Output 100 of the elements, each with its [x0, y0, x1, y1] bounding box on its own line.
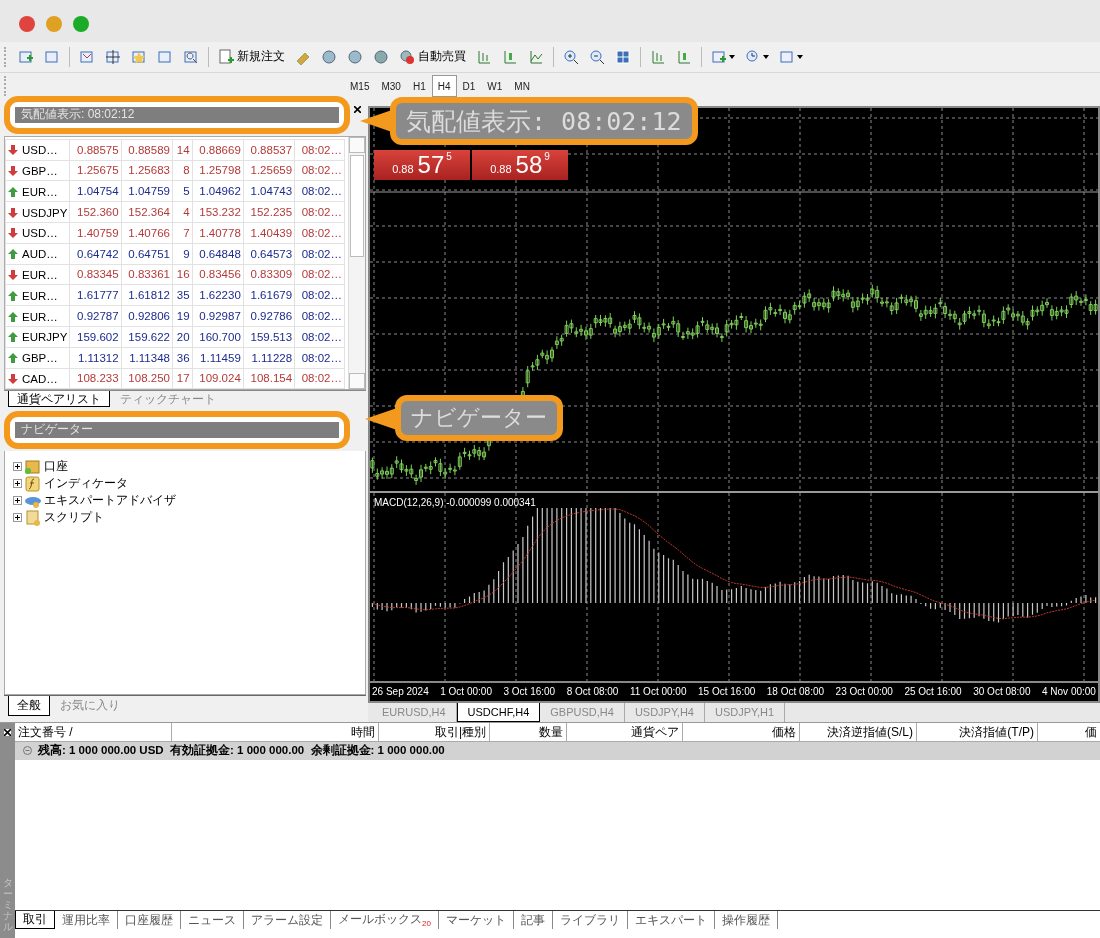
tree-item[interactable]: エキスパートアドバイザ	[44, 492, 176, 510]
expand-toggle-icon[interactable]	[13, 496, 22, 506]
ask-cell: 152.364	[121, 201, 173, 223]
scrollbar[interactable]	[348, 136, 365, 389]
terminal-tab[interactable]: ニュース	[181, 911, 244, 929]
minimize-window-button[interactable]	[46, 16, 62, 32]
panel-tab[interactable]: 通貨ペアリスト	[8, 390, 110, 407]
time-axis-label: 1 Oct 00:00	[440, 686, 492, 698]
column-header[interactable]: 注文番号 /	[15, 722, 172, 741]
high-cell: 1.40778	[192, 222, 244, 244]
low-cell: 1.11228	[243, 347, 295, 369]
time-axis-label: 30 Oct 08:00	[973, 686, 1031, 698]
tree-item[interactable]: 口座	[44, 458, 68, 476]
ask-cell: 1.40766	[121, 222, 173, 244]
collapse-icon[interactable]	[23, 746, 32, 756]
ask-cell: 1.61812	[121, 284, 173, 306]
timeframe-button[interactable]: H4	[431, 75, 457, 98]
ask-cell: 1.04759	[121, 180, 173, 202]
low-cell: 152.235	[243, 201, 295, 223]
high-cell: 0.92987	[192, 305, 244, 327]
bid-cell: 1.04754	[69, 180, 122, 202]
terminal-tab[interactable]: マーケット	[438, 911, 514, 929]
time-axis-label: 15 Oct 16:00	[698, 686, 756, 698]
expand-toggle-icon[interactable]	[13, 462, 22, 472]
time-axis-label: 8 Oct 08:00	[566, 686, 619, 698]
column-header[interactable]: 取引|種別	[379, 722, 490, 741]
timeframe-button[interactable]: M15	[344, 75, 376, 98]
spread-cell: 36	[172, 347, 193, 369]
time-cell: 08:02…	[294, 284, 345, 306]
timeframe-button[interactable]: MN	[508, 75, 536, 98]
time-axis-label: 25 Oct 16:00	[904, 686, 962, 698]
time-cell: 08:02…	[294, 326, 345, 348]
ask-cell: 108.250	[121, 368, 173, 389]
tree-item[interactable]: インディケータ	[44, 475, 128, 493]
new-order-button[interactable]: 新規注文	[214, 44, 289, 69]
time-axis-label: 4 Nov 00:00	[1042, 686, 1096, 698]
terminal-tab[interactable]: 取引	[15, 911, 55, 929]
column-header[interactable]: 価格	[683, 722, 800, 741]
spread-cell: 17	[172, 368, 193, 389]
timeframe-button[interactable]: W1	[481, 75, 509, 98]
time-cell: 08:02…	[294, 264, 345, 285]
bid-cell: 152.360	[69, 201, 122, 223]
zoom-window-button[interactable]	[73, 16, 89, 32]
timeframe-button[interactable]: M30	[375, 75, 407, 98]
ask-cell: 0.64751	[121, 243, 173, 265]
low-cell: 0.88537	[243, 139, 295, 161]
high-cell: 0.83456	[192, 264, 244, 285]
indicator-label: MACD(12,26,9) -0.000099 0.000341	[374, 496, 536, 508]
spread-cell: 9	[172, 243, 193, 265]
terminal-tab[interactable]: 操作履歴	[714, 911, 778, 929]
ask-cell: 0.88589	[121, 139, 173, 161]
terminal-tab[interactable]: 運用比率	[55, 911, 118, 929]
terminal-tab[interactable]: ライブラリ	[552, 911, 628, 929]
close-icon[interactable]	[4, 728, 11, 736]
high-cell: 1.11459	[192, 347, 244, 369]
terminal-tab[interactable]: エキスパート	[627, 911, 715, 929]
spread-cell: 16	[172, 264, 193, 285]
column-header[interactable]: 価	[1038, 722, 1100, 741]
tree-item[interactable]: スクリプト	[44, 509, 104, 527]
column-header[interactable]: 数量	[490, 722, 567, 741]
column-header[interactable]: 通貨ペア	[567, 722, 683, 741]
terminal-tab[interactable]: メールボックス$_{20}$	[331, 911, 439, 929]
terminal-tab[interactable]: 記事	[513, 911, 553, 929]
low-cell: 0.64573	[243, 243, 295, 265]
ask-cell: 1.11348	[121, 347, 173, 369]
terminal-tab[interactable]: 口座履歴	[118, 911, 181, 929]
ask-cell: 0.83361	[121, 264, 173, 285]
expand-toggle-icon[interactable]	[13, 513, 22, 523]
time-cell: 08:02…	[294, 368, 345, 389]
spread-cell: 5	[172, 180, 193, 202]
high-cell: 153.232	[192, 201, 244, 223]
panel-title: 気配値表示: 08:02:12	[21, 106, 135, 124]
timeframe-button[interactable]: H1	[406, 75, 432, 98]
high-cell: 0.88669	[192, 139, 244, 161]
timeframe-button[interactable]: D1	[456, 75, 482, 98]
low-cell: 0.83309	[243, 264, 295, 285]
column-header[interactable]: 決済指値(T/P)	[917, 722, 1038, 741]
low-cell: 108.154	[243, 368, 295, 389]
expand-toggle-icon[interactable]	[13, 479, 22, 489]
close-icon[interactable]	[354, 106, 361, 114]
ask-cell: 159.622	[121, 326, 173, 348]
auto-trading-button[interactable]: 自動売買	[395, 44, 470, 69]
spread-cell: 7	[172, 222, 193, 244]
low-cell: 1.04743	[243, 180, 295, 202]
bid-cell: 108.233	[69, 368, 122, 389]
low-cell: 1.61679	[243, 284, 295, 306]
high-cell: 160.700	[192, 326, 244, 348]
low-cell: 1.40439	[243, 222, 295, 244]
bid-cell: 0.88575	[69, 139, 122, 161]
low-cell: 159.513	[243, 326, 295, 348]
panel-tab[interactable]: 全般	[8, 695, 50, 716]
high-cell: 0.64848	[192, 243, 244, 265]
close-window-button[interactable]	[19, 16, 35, 32]
column-header[interactable]: 時間	[172, 722, 379, 741]
terminal-tab[interactable]: アラーム設定	[244, 911, 331, 929]
column-header[interactable]: 決済逆指値(S/L)	[800, 722, 917, 741]
time-cell: 08:02…	[294, 180, 345, 202]
panel-title: ナビゲーター	[21, 421, 93, 439]
high-cell: 109.024	[192, 368, 244, 389]
balance-summary: 残高: 1 000 000.00 USD 有効証拠金: 1 000 000.00 余剰証拠金: 1 000 000.00	[38, 743, 445, 759]
